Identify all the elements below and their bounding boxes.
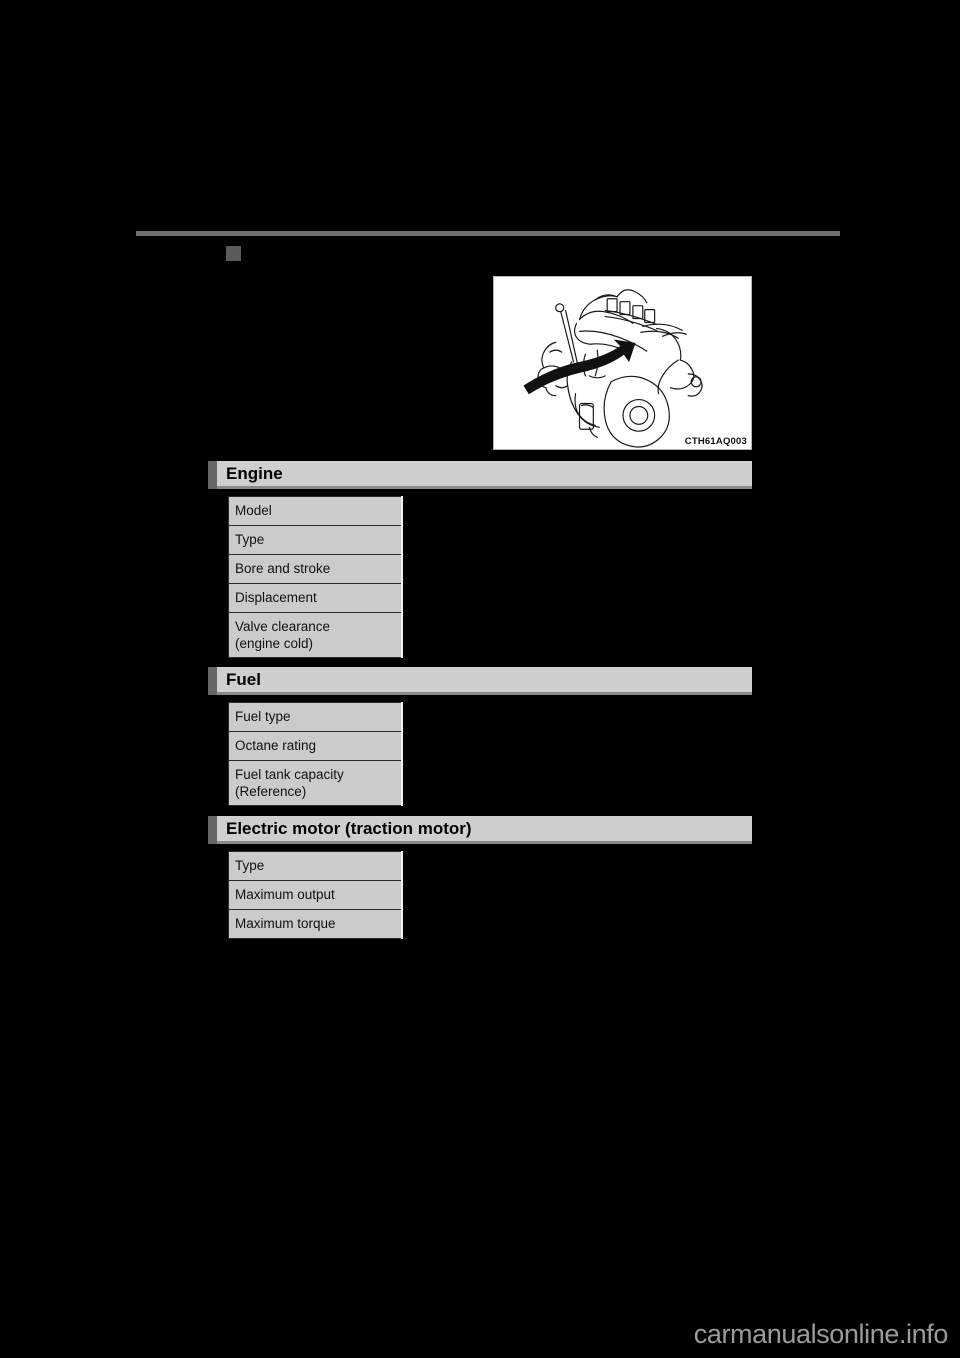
table-row: Type [228,851,403,881]
spec-label-cell: Bore and stroke [228,554,403,584]
table-row: Model [228,496,403,526]
document-page: CTH61AQ003 Engine Model Type Bore and st… [0,0,960,1358]
site-watermark: carmanualsonline.info [693,1319,949,1349]
header-rule [136,231,840,236]
spec-label-cell: Model [228,496,403,526]
spec-table-fuel: Fuel type Octane rating Fuel tank capaci… [228,702,403,806]
table-row: Type [228,525,403,555]
spec-label: Displacement [235,590,317,605]
engine-illustration: CTH61AQ003 [493,276,752,450]
spec-label-cell: Valve clearance (engine cold) [228,612,403,658]
pointer-arrow-icon [523,339,636,395]
section-header-engine: Engine [208,461,752,489]
spec-label-cell: Fuel tank capacity (Reference) [228,760,403,806]
spec-label-line2: (engine cold) [235,636,314,651]
spec-label-cell: Displacement [228,583,403,613]
spec-label-cell: Maximum torque [228,909,403,939]
section-tab-marker [208,461,217,489]
spec-label-line2: (Reference) [235,784,307,799]
spec-label: Model [235,503,272,518]
spec-label: Fuel type [235,709,291,724]
table-row: Valve clearance (engine cold) [228,612,403,658]
spec-label: Fuel tank capacity [235,767,344,782]
spec-label-cell: Octane rating [228,731,403,761]
spec-label: Maximum output [235,887,335,902]
table-row: Fuel type [228,702,403,732]
engine-drawing-icon [523,289,703,448]
table-row: Octane rating [228,731,403,761]
spec-label-cell: Maximum output [228,880,403,910]
section-bar-shadow [217,841,752,844]
spec-label: Type [235,532,265,547]
section-header-fuel: Fuel [208,667,752,695]
section-bar [217,461,752,486]
section-bar-shadow [217,692,752,695]
section-title-fuel: Fuel [226,670,261,689]
spec-label: Type [235,858,265,873]
spec-label: Bore and stroke [235,561,331,576]
section-bar [217,667,752,692]
spec-table-electric-motor: Type Maximum output Maximum torque [228,851,403,939]
section-tab-marker [208,816,217,844]
figure-code: CTH61AQ003 [684,436,747,447]
spec-label: Valve clearance [235,619,331,634]
spec-label: Maximum torque [235,916,336,931]
section-bullet-icon [226,246,241,261]
spec-label: Octane rating [235,738,317,753]
spec-label-cell: Type [228,851,403,881]
spec-label-cell: Fuel type [228,702,403,732]
section-title-electric-motor: Electric motor (traction motor) [226,819,472,838]
table-row: Bore and stroke [228,554,403,584]
spec-label-cell: Type [228,525,403,555]
table-row: Displacement [228,583,403,613]
spec-table-engine: Model Type Bore and stroke Displacement [228,496,403,658]
table-row: Fuel tank capacity (Reference) [228,760,403,806]
section-bar-shadow [217,486,752,489]
table-row: Maximum torque [228,909,403,939]
section-tab-marker [208,667,217,695]
section-header-electric-motor: Electric motor (traction motor) [208,816,752,844]
table-row: Maximum output [228,880,403,910]
section-title-engine: Engine [226,464,283,483]
